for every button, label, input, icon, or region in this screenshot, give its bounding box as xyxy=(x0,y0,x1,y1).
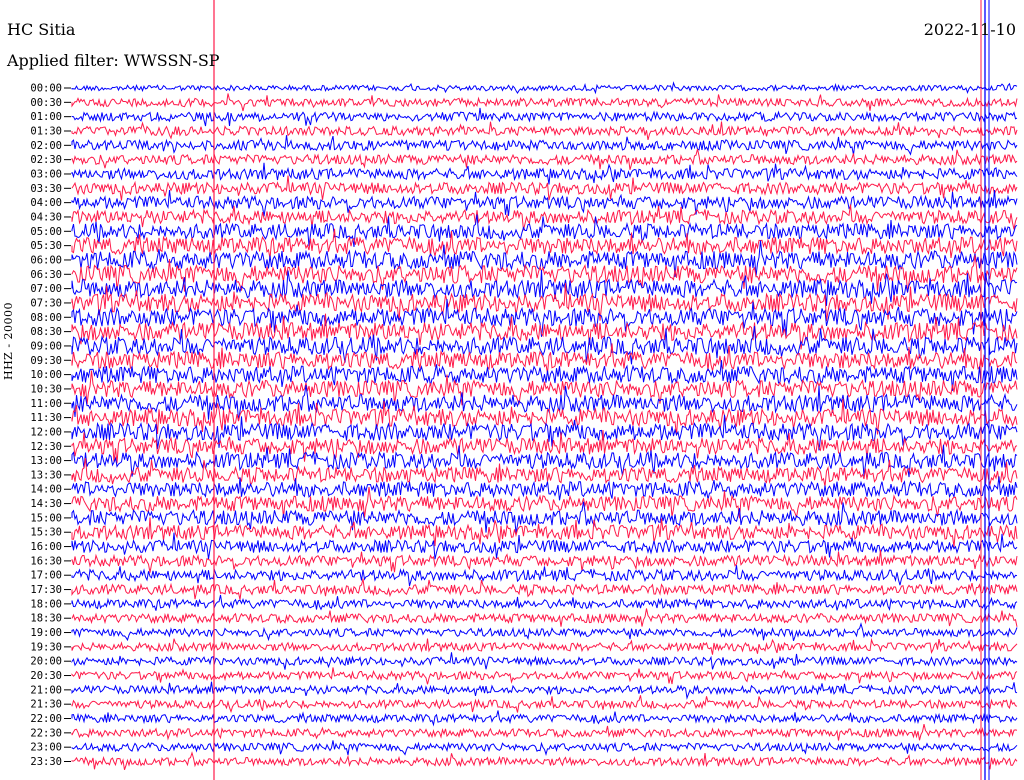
tick-label: 23:30 xyxy=(30,756,62,768)
tick-label: 04:00 xyxy=(30,197,62,209)
tick-label: 23:00 xyxy=(30,742,62,754)
tick-label: 06:30 xyxy=(30,269,62,281)
filter-label: Applied filter: WWSSN-SP xyxy=(7,51,220,70)
tick-label: 14:00 xyxy=(30,484,62,496)
tick-label: 19:00 xyxy=(30,627,62,639)
station-name: HC Sitia xyxy=(7,20,76,39)
tick-label: 05:30 xyxy=(30,240,62,252)
tick-label: 17:00 xyxy=(30,570,62,582)
tick-label: 13:30 xyxy=(30,469,62,481)
tick-label: 08:30 xyxy=(30,326,62,338)
tick-label: 21:30 xyxy=(30,699,62,711)
tick-label: 01:30 xyxy=(30,125,62,137)
tick-label: 10:30 xyxy=(30,383,62,395)
tick-label: 20:00 xyxy=(30,656,62,668)
tick-label-group: 00:00 00:30 01:00 01:30 02:00 02:30 03:00 03:30… xyxy=(30,83,71,768)
tick-label: 20:30 xyxy=(30,670,62,682)
tick-label: 09:00 xyxy=(30,340,62,352)
tick-label: 18:30 xyxy=(30,613,62,625)
tick-label: 11:30 xyxy=(30,412,62,424)
tick-label: 12:00 xyxy=(30,426,62,438)
tick-label: 08:00 xyxy=(30,312,62,324)
tick-label: 01:00 xyxy=(30,111,62,123)
tick-label: 07:00 xyxy=(30,283,62,295)
tick-label: 00:30 xyxy=(30,97,62,109)
tick-label: 02:00 xyxy=(30,140,62,152)
channel-label: HHZ - 20000 xyxy=(2,301,15,380)
tick-label: 00:00 xyxy=(30,83,62,95)
tick-label: 11:00 xyxy=(30,398,62,410)
tick-label: 04:30 xyxy=(30,211,62,223)
tick-label: 16:30 xyxy=(30,555,62,567)
tick-label: 05:00 xyxy=(30,226,62,238)
tick-label: 03:30 xyxy=(30,183,62,195)
tick-label: 18:00 xyxy=(30,598,62,610)
tick-label: 15:00 xyxy=(30,512,62,524)
tick-label: 06:00 xyxy=(30,254,62,266)
tick-label: 14:30 xyxy=(30,498,62,510)
tick-label: 09:30 xyxy=(30,355,62,367)
tick-label: 22:00 xyxy=(30,713,62,725)
tick-label: 21:00 xyxy=(30,684,62,696)
tick-label: 03:00 xyxy=(30,168,62,180)
tick-label: 22:30 xyxy=(30,727,62,739)
tick-label: 02:30 xyxy=(30,154,62,166)
tick-label: 13:00 xyxy=(30,455,62,467)
tick-label: 15:30 xyxy=(30,527,62,539)
tick-label: 16:00 xyxy=(30,541,62,553)
tick-label: 10:00 xyxy=(30,369,62,381)
tick-label: 19:30 xyxy=(30,641,62,653)
tick-label: 07:30 xyxy=(30,297,62,309)
seismogram-plot: 00:00 00:30 01:00 01:30 02:00 02:30 03:00 03:30… xyxy=(30,0,1018,780)
tick-label: 17:30 xyxy=(30,584,62,596)
date-label: 2022-11-10 xyxy=(923,20,1016,39)
tick-label: 12:30 xyxy=(30,441,62,453)
